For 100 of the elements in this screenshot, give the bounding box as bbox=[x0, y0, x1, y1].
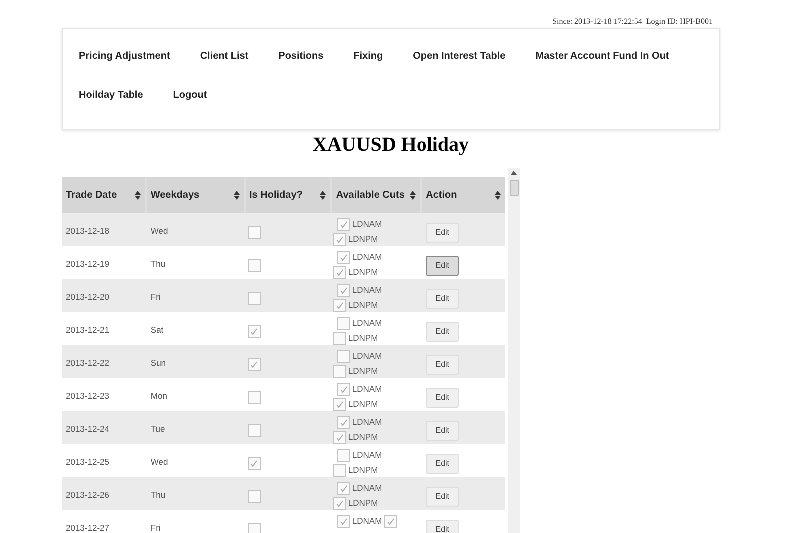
checkbox[interactable] bbox=[337, 284, 350, 297]
table-cell: 2013-12-24 bbox=[66, 424, 110, 434]
checkbox[interactable] bbox=[333, 497, 346, 510]
cut-label: LDNPM bbox=[348, 332, 378, 345]
edit-button[interactable]: Edit bbox=[426, 289, 460, 309]
table-cell: 2013-12-26 bbox=[66, 490, 110, 500]
cut-label: LDNAM bbox=[352, 482, 382, 495]
table-cell: 2013-12-19 bbox=[66, 259, 110, 269]
checkbox[interactable] bbox=[333, 398, 346, 411]
nav-link[interactable]: Open Interest Table bbox=[405, 47, 514, 66]
checkbox[interactable] bbox=[337, 383, 350, 396]
table-cell: 2013-12-27 bbox=[66, 523, 110, 533]
column-header[interactable]: Action bbox=[422, 177, 505, 213]
checkbox[interactable] bbox=[248, 292, 261, 306]
checkbox[interactable] bbox=[248, 325, 261, 338]
nav-link[interactable]: Fixing bbox=[346, 47, 392, 66]
scroll-up-icon[interactable] bbox=[511, 171, 517, 175]
checkbox[interactable] bbox=[333, 464, 346, 477]
checkbox[interactable] bbox=[248, 358, 261, 372]
page-title: XAUUSD Holiday bbox=[312, 133, 470, 158]
cut-label: LDNPM bbox=[348, 464, 378, 477]
nav-link[interactable]: Positions bbox=[270, 47, 332, 66]
scroll-thumb[interactable] bbox=[510, 180, 518, 196]
checkbox[interactable] bbox=[248, 424, 261, 438]
table-cell: 2013-12-23 bbox=[66, 391, 110, 401]
table-cell: Mon bbox=[150, 391, 168, 401]
checkbox[interactable] bbox=[333, 266, 346, 279]
nav-link[interactable]: Client List bbox=[192, 47, 257, 66]
checkbox[interactable] bbox=[333, 365, 346, 378]
cut-label: LDNPM bbox=[348, 299, 378, 312]
checkbox[interactable] bbox=[384, 515, 398, 528]
nav-link[interactable]: Logout bbox=[165, 86, 216, 105]
cut-label: LDNAM bbox=[352, 416, 382, 429]
cut-label: LDNAM bbox=[352, 251, 382, 264]
table-cell: Tue bbox=[150, 424, 166, 434]
checkbox[interactable] bbox=[333, 233, 346, 246]
checkbox[interactable] bbox=[333, 431, 346, 444]
cut-label: LDNAM bbox=[352, 284, 382, 297]
scrollbar[interactable] bbox=[508, 168, 520, 533]
edit-button[interactable]: Edit bbox=[426, 223, 460, 243]
sort-icon[interactable] bbox=[410, 190, 416, 200]
checkmark-icon bbox=[250, 360, 258, 369]
checkmark-icon bbox=[250, 328, 258, 336]
table-cell: 2013-12-22 bbox=[66, 358, 110, 368]
cut-label: LDNAM bbox=[352, 515, 382, 528]
checkbox[interactable] bbox=[248, 226, 261, 240]
sort-icon[interactable] bbox=[494, 190, 501, 200]
column-header[interactable]: Trade Date bbox=[62, 177, 145, 213]
table-cell: Fri bbox=[150, 292, 161, 302]
checkbox[interactable] bbox=[337, 317, 350, 330]
table-cell: Thu bbox=[150, 490, 166, 500]
table-cell: Thu bbox=[150, 259, 166, 269]
nav-link[interactable]: Hoilday Table bbox=[71, 86, 152, 105]
edit-button[interactable]: Edit bbox=[426, 355, 460, 375]
cut-label: LDNAM bbox=[352, 350, 382, 363]
checkbox[interactable] bbox=[337, 449, 350, 462]
table-cell: 2013-12-25 bbox=[66, 457, 110, 467]
cut-label: LDNPM bbox=[348, 398, 378, 411]
checkbox[interactable] bbox=[333, 332, 346, 345]
column-header[interactable]: Weekdays bbox=[146, 177, 244, 213]
cut-label: LDNPM bbox=[348, 365, 378, 378]
session-info: Since: 2013-12-18 17:22:54 Login ID: HPI-B001 bbox=[552, 16, 713, 28]
checkbox[interactable] bbox=[248, 259, 261, 272]
checkbox[interactable] bbox=[337, 251, 350, 264]
cut-label: LDNAM bbox=[352, 218, 382, 231]
sort-icon[interactable] bbox=[234, 190, 240, 200]
sort-icon[interactable] bbox=[134, 190, 141, 200]
checkbox[interactable] bbox=[248, 391, 261, 404]
table-cell: 2013-12-21 bbox=[66, 325, 110, 335]
edit-button[interactable]: Edit bbox=[426, 520, 460, 533]
sort-icon[interactable] bbox=[320, 190, 326, 200]
checkmark-icon bbox=[250, 460, 258, 468]
column-header[interactable]: Is Holiday? bbox=[246, 177, 330, 213]
checkbox[interactable] bbox=[337, 416, 350, 429]
table-cell: Wed bbox=[150, 226, 168, 236]
table-cell: Sat bbox=[150, 325, 164, 335]
checkbox[interactable] bbox=[337, 350, 350, 363]
table-cell: 2013-12-18 bbox=[66, 226, 110, 236]
checkmark-icon bbox=[386, 518, 395, 526]
checkbox[interactable] bbox=[333, 299, 346, 312]
checkbox[interactable] bbox=[337, 218, 350, 231]
edit-button[interactable]: Edit bbox=[426, 322, 460, 342]
cut-label: LDNAM bbox=[352, 383, 382, 396]
checkbox[interactable] bbox=[337, 482, 350, 495]
edit-button[interactable]: Edit bbox=[426, 421, 460, 441]
checkbox[interactable] bbox=[337, 515, 350, 528]
checkbox[interactable] bbox=[248, 457, 261, 470]
cut-label: LDNPM bbox=[348, 266, 378, 279]
cut-label: LDNPM bbox=[348, 497, 378, 510]
checkbox[interactable] bbox=[248, 523, 261, 533]
edit-button[interactable]: Edit bbox=[426, 388, 460, 408]
nav-link[interactable]: Master Account Fund In Out bbox=[528, 47, 678, 66]
checkbox[interactable] bbox=[248, 490, 261, 504]
checkmark-icon bbox=[340, 518, 348, 526]
column-header[interactable]: Available Cuts bbox=[332, 177, 420, 213]
edit-button[interactable]: Edit bbox=[426, 487, 460, 507]
nav-link[interactable]: Pricing Adjustment bbox=[71, 47, 178, 66]
edit-button[interactable]: Edit bbox=[426, 256, 460, 276]
edit-button[interactable]: Edit bbox=[426, 454, 460, 474]
cut-label: LDNAM bbox=[352, 317, 382, 330]
